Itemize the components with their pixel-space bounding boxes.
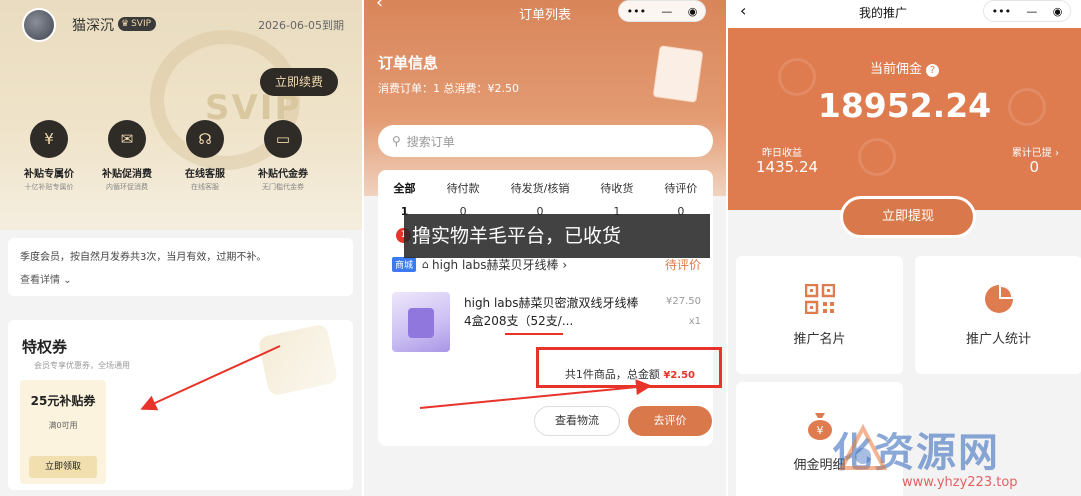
arrow-to-total <box>419 379 652 409</box>
annotation-arrows <box>140 345 652 411</box>
arrow-to-coupon <box>140 345 281 411</box>
